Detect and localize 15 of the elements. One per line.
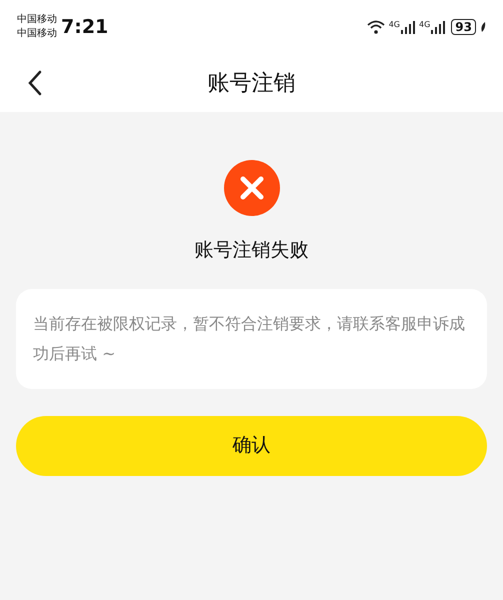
wifi-icon (366, 20, 385, 34)
signal-icon (401, 20, 415, 34)
battery-level: 93 (451, 19, 476, 35)
page-title: 账号注销 (208, 70, 296, 98)
signal-icon (431, 20, 446, 34)
result-title: 账号注销失败 (194, 238, 308, 263)
clock-time: 7:21 (61, 14, 108, 40)
result-message: 当前存在被限权记录，暂不符合注销要求，请联系客服申诉成功后再试 ~ (33, 312, 466, 364)
network-label: 4G (388, 20, 400, 28)
confirm-button[interactable]: 确认 (16, 416, 487, 476)
error-icon (224, 160, 280, 216)
carrier-name: 中国移动 (17, 27, 57, 41)
leaf-icon (480, 22, 486, 32)
carrier-name: 中国移动 (17, 13, 57, 27)
network-label: 4G (419, 20, 430, 28)
